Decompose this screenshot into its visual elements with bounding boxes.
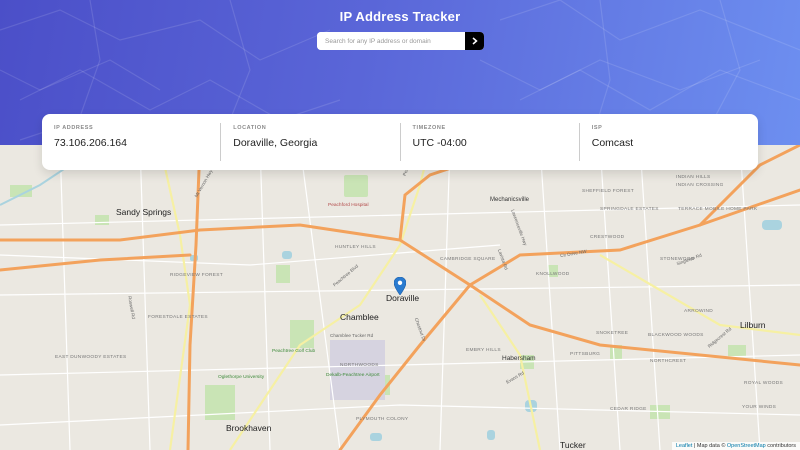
location-marker-icon[interactable] [393,276,407,300]
leaflet-link[interactable]: Leaflet [676,443,693,449]
map-label: TERRACE MOBILE HOME PARK [678,207,758,212]
map-label: NORTHCREST [650,359,687,364]
map-label: SHEFFIELD FOREST [582,189,634,194]
map-label: HUNTLEY HILLS [335,245,376,250]
map-label: Sandy Springs [116,207,172,217]
map-label: KNOLLWOOD [536,272,570,277]
map-label: PLYMOUTH COLONY [356,417,409,422]
info-value: Doraville, Georgia [233,137,318,149]
info-label: TIMEZONE [412,125,446,131]
map-label: YOUR WINDS [742,405,777,410]
map-label: ROYAL WOODS [744,381,784,386]
map-label: CRESTWOOD [590,235,625,240]
map-label: Mechanicsville [490,197,530,203]
map-label: Brookhaven [226,423,272,433]
info-location: LOCATION Doraville, Georgia [220,123,399,161]
map-label: INDIAN HILLS [676,175,711,180]
map-label: Habersham [502,355,536,362]
map-label: PITTSBURG [570,352,601,357]
search-button[interactable] [465,32,484,50]
info-label: ISP [591,125,603,131]
info-label: IP ADDRESS [54,125,94,131]
map-label: RIDGEVIEW FOREST [170,273,224,278]
map-label: Lilburn [740,320,766,330]
info-value: UTC -04:00 [412,137,467,149]
info-label: LOCATION [233,125,267,131]
map-label: ARROWIND [684,309,714,314]
map-label: Peachford Hospital [328,203,369,208]
map-label: Oglethorpe University [218,375,265,380]
map-attribution: Leaflet | Map data © OpenStreetMap contr… [671,442,800,450]
map-label: EMBRY HILLS [466,348,501,353]
map-label: CEDAR RIDGE [610,407,647,412]
map-label: CAMBRIDGE SQUARE [440,257,496,262]
osm-link[interactable]: OpenStreetMap [727,443,766,449]
search-bar [317,32,484,50]
info-value: Comcast [591,137,634,149]
road-label: Chamblee Tucker Rd [330,333,374,338]
map-label: SPRINGDALE ESTATES [600,207,659,212]
info-card: IP ADDRESS 73.106.206.164 LOCATION Dorav… [42,114,758,170]
map-label: FORESTDALE ESTATES [148,315,208,320]
map-label: INDIAN CROSSING [676,183,724,188]
map-label: EAST DUNWOODY ESTATES [55,355,127,360]
info-isp: ISP Comcast [578,123,758,161]
map-label: Chamblee [340,312,379,322]
info-timezone: TIMEZONE UTC -04:00 [399,123,579,161]
map-label: SNOKETREE [596,331,629,336]
map-label: Peachtree Golf Club [272,349,316,354]
search-input[interactable] [317,32,465,50]
page-title: IP Address Tracker [339,9,461,24]
attribution-text: | Map data © [692,443,727,449]
map-label: NORTHWOODS [340,363,379,368]
map-label: BLACKWOOD WOODS [648,333,704,338]
attribution-text: contributors [765,443,796,449]
info-value: 73.106.206.164 [54,137,127,149]
map-label: Tucker [560,440,586,450]
map-label: Dekalb-Peachtree Airport [326,373,380,378]
info-ip: IP ADDRESS 73.106.206.164 [42,123,220,161]
chevron-right-icon [472,37,478,45]
